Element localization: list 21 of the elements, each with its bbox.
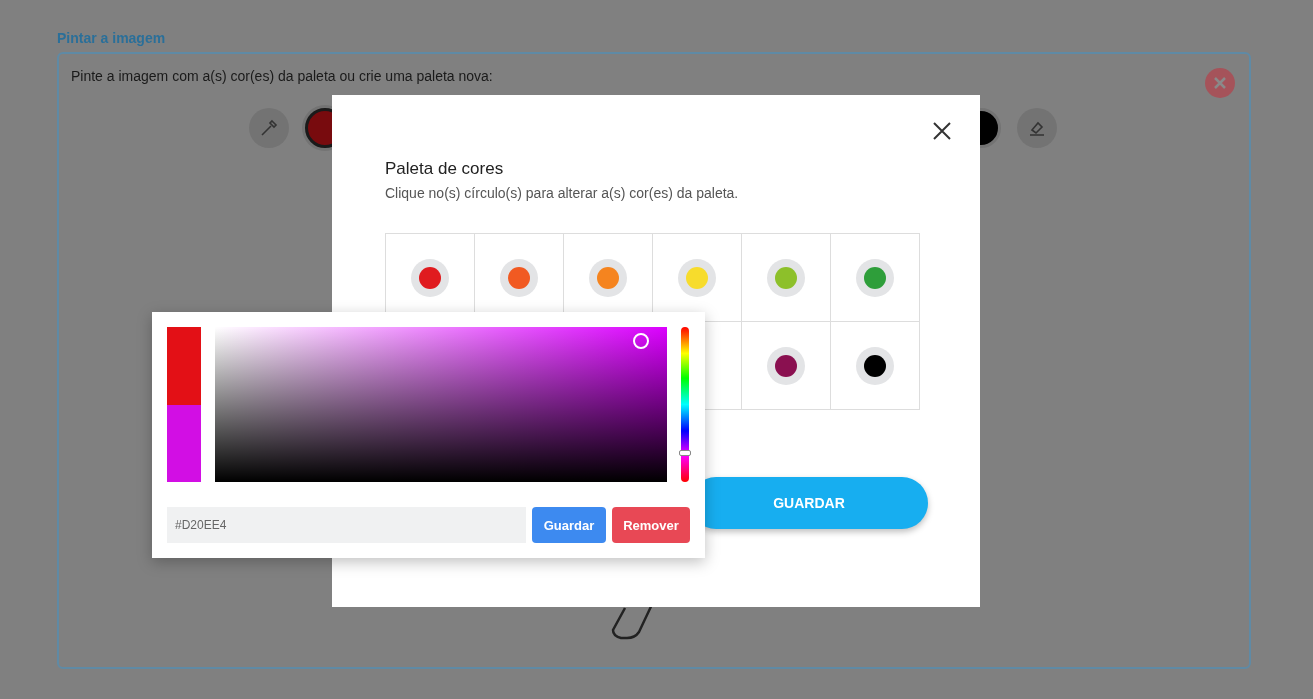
section-title: Pintar a imagem [57, 30, 167, 46]
instruction-text: Pinte a imagem com a(s) cor(es) da paleta ou crie uma paleta nova: [71, 68, 493, 84]
slider-handle[interactable] [679, 449, 691, 456]
close-icon[interactable] [932, 121, 952, 141]
eraser-icon[interactable] [1017, 108, 1057, 148]
palette-swatch[interactable] [500, 258, 538, 297]
hue-slider[interactable] [681, 327, 689, 482]
palette-swatch[interactable] [678, 258, 716, 297]
save-color-button[interactable]: Guardar [532, 507, 606, 543]
hex-input[interactable]: #D20EE4 [167, 507, 526, 543]
palette-swatch[interactable] [767, 346, 805, 385]
remove-button[interactable]: Remover [612, 507, 690, 543]
palette-swatch[interactable] [856, 346, 894, 385]
palette-swatch[interactable] [411, 258, 449, 297]
picker-handle[interactable] [633, 333, 649, 349]
palette-swatch[interactable] [767, 258, 805, 297]
palette-swatch[interactable] [856, 258, 894, 297]
saturation-area[interactable] [215, 327, 667, 482]
dialog-title: Paleta de cores [385, 159, 505, 179]
dialog-subtitle: Clique no(s) círculo(s) para alterar a(s) cor(es) da paleta. [385, 185, 740, 201]
palette-swatch[interactable] [589, 258, 627, 297]
